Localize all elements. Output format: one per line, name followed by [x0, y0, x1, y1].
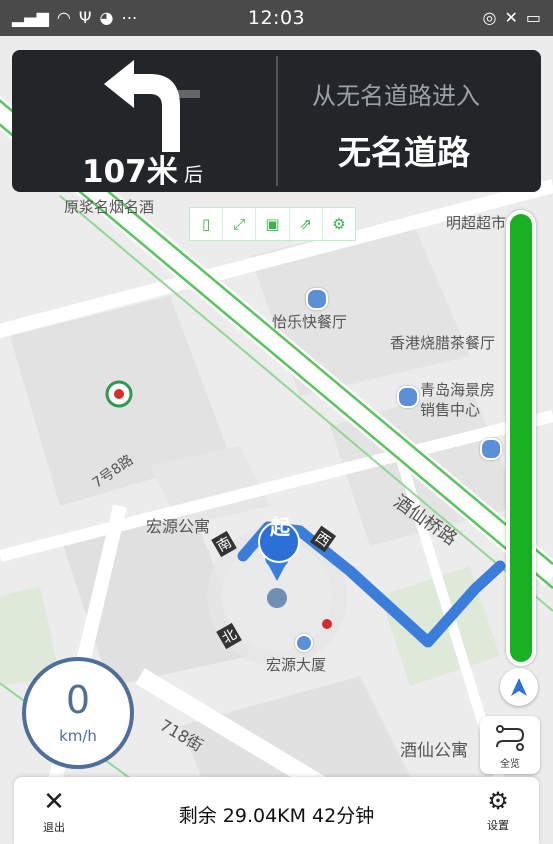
save-icon[interactable]: ▣ [256, 208, 290, 240]
expand-icon[interactable]: ⤢ [223, 208, 257, 240]
turn-guidance-panel: 107米 后 从无名道路进入 无名道路 [12, 50, 541, 192]
settings-button[interactable]: ⚙ 设置 [478, 789, 518, 833]
share-icon[interactable]: ⇗ [290, 208, 323, 240]
turn-left-arrow-icon [104, 60, 200, 152]
current-position [267, 588, 287, 608]
usb-icon: Ψ [78, 8, 92, 27]
poi-building[interactable]: 宏源大厦 [266, 654, 326, 675]
signal-icon: ▂▄▆ [12, 8, 49, 27]
location-icon: ◎ [482, 8, 497, 27]
more-icon: ⋯ [121, 8, 138, 27]
next-road-name: 无名道路 [338, 133, 470, 172]
distance-suffix: 后 [184, 164, 204, 186]
speed-unit: km/h [59, 727, 97, 745]
gear-icon[interactable]: ⚙ [323, 208, 355, 240]
poi-restaurant[interactable]: 怡乐快餐厅 [272, 311, 347, 332]
speed-value: 0 [65, 678, 91, 722]
bottom-bar: ✕ 退出 剩余 29.04KM 42分钟 ⚙ 设置 [14, 777, 539, 844]
route-progress-fill [510, 214, 532, 662]
sales-center-icon[interactable] [397, 386, 419, 408]
overview-label: 全览 [500, 759, 520, 770]
mute-icon: ✕ [504, 8, 518, 27]
status-bar: ▂▄▆ ◠ Ψ ◕ ⋯ 12:03 ◎ ✕ ▭ [0, 0, 553, 36]
phone-icon[interactable]: ▯ [190, 208, 224, 240]
battery-icon: ▭ [525, 8, 541, 27]
divider [276, 56, 278, 186]
recenter-button[interactable] [500, 668, 538, 706]
start-label: 起 [270, 515, 290, 539]
poi-supermarket[interactable]: 明超超市 [446, 212, 506, 233]
cat-icon: ◕ [99, 8, 114, 27]
route-progress-bar [506, 210, 536, 666]
poi-marker-icon[interactable] [480, 438, 502, 460]
poi-sales-center[interactable]: 青岛海景房销售中心 [420, 380, 504, 420]
entry-hint: 从无名道路进入 [312, 82, 480, 110]
restaurant-icon[interactable] [306, 288, 328, 310]
route-overview-icon [496, 725, 525, 751]
gear-icon: ⚙ [487, 787, 509, 815]
poi-jiuxian-apartment[interactable]: 酒仙公寓 [400, 736, 468, 761]
speedometer: 0 km/h [22, 657, 134, 769]
poi-shop[interactable]: 原浆名烟名酒 [64, 196, 154, 217]
wifi-icon: ◠ [56, 8, 71, 27]
map-toolbar: ▯ ⤢ ▣ ⇗ ⚙ [189, 207, 356, 241]
settings-label: 设置 [487, 819, 509, 832]
poi-tea-restaurant[interactable]: 香港烧腊茶餐厅 [390, 332, 495, 353]
building-icon[interactable] [295, 634, 313, 652]
distance-value: 107米 [82, 154, 178, 190]
navigation-arrow-icon [511, 678, 527, 696]
remaining-distance-time: 剩余 29.04KM 42分钟 [178, 805, 375, 827]
overview-button[interactable]: 全览 [480, 716, 540, 774]
poi-apartment[interactable]: 宏源公寓 [146, 513, 210, 537]
